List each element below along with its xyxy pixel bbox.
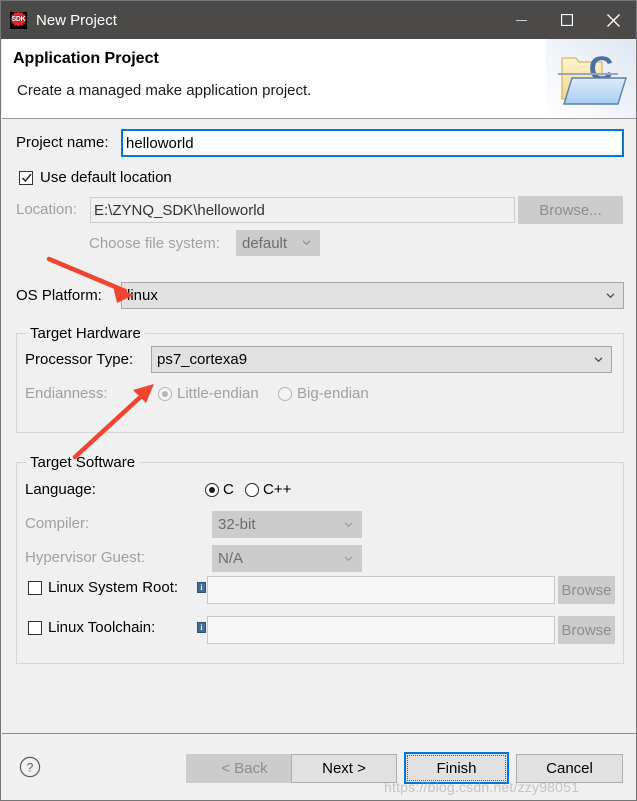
linux-toolchain-checkbox[interactable]: [28, 621, 42, 635]
page-title: Application Project: [13, 50, 159, 67]
focus-ring: [407, 755, 506, 781]
processor-type-value: ps7_cortexa9: [157, 351, 248, 368]
radio-big-endian-label: Big-endian: [297, 385, 369, 402]
radio-dot: [162, 391, 168, 397]
hypervisor-guest-combo: N/A: [212, 545, 362, 572]
info-icon-glyph: i: [200, 583, 203, 592]
next-button[interactable]: Next >: [291, 754, 397, 783]
location-input: E:\ZYNQ_SDK\helloworld: [90, 197, 515, 223]
target-hardware-title: Target Hardware: [26, 325, 145, 342]
info-icon: i: [197, 582, 206, 593]
compiler-label: Compiler:: [25, 515, 90, 532]
choose-file-system-label: Choose file system:: [89, 235, 220, 252]
page-subtitle: Create a managed make application projec…: [17, 82, 312, 99]
minimize-icon[interactable]: [498, 1, 544, 39]
radio-little-endian-label: Little-endian: [177, 385, 259, 402]
location-browse-label: Browse...: [539, 201, 602, 219]
use-default-location-checkbox[interactable]: [19, 171, 33, 185]
c-project-folder-icon: C: [546, 39, 636, 118]
location-label: Location:: [16, 201, 77, 218]
title-bar: SDK New Project: [1, 1, 636, 39]
chevron-down-icon: [594, 356, 603, 362]
chevron-down-icon: [302, 240, 311, 246]
chevron-down-icon: [344, 521, 353, 527]
info-icon-glyph: i: [200, 623, 203, 632]
check-icon: [21, 173, 32, 183]
linux-system-root-label[interactable]: Linux System Root:: [48, 579, 178, 596]
processor-type-combo[interactable]: ps7_cortexa9: [151, 346, 612, 373]
endianness-label: Endianness:: [25, 385, 108, 402]
radio-big-endian: [278, 387, 292, 401]
linux-toolchain-browse-label: Browse: [561, 621, 612, 639]
chevron-down-icon: [606, 292, 615, 298]
radio-language-c[interactable]: [205, 483, 219, 497]
project-name-value: helloworld: [126, 134, 194, 152]
linux-system-root-browse-button: Browse: [558, 576, 615, 604]
hypervisor-guest-value: N/A: [218, 550, 244, 567]
target-software-group: Target Software Language: C C++ Compiler…: [16, 454, 624, 664]
back-button-label: < Back: [221, 760, 268, 777]
radio-language-c-label[interactable]: C: [223, 481, 234, 498]
hypervisor-guest-label: Hypervisor Guest:: [25, 549, 146, 566]
os-platform-label: OS Platform:: [16, 287, 102, 304]
window-title: New Project: [36, 11, 117, 29]
target-hardware-group: Target Hardware Processor Type: ps7_cort…: [16, 325, 624, 433]
close-icon[interactable]: [590, 1, 636, 39]
linux-system-root-input[interactable]: [207, 576, 555, 604]
info-icon: i: [197, 622, 206, 633]
svg-text:?: ?: [27, 761, 34, 775]
linux-system-root-checkbox[interactable]: [28, 581, 42, 595]
processor-type-label: Processor Type:: [25, 351, 134, 368]
maximize-icon[interactable]: [544, 1, 590, 39]
target-software-title: Target Software: [26, 454, 140, 471]
radio-little-endian: [158, 387, 172, 401]
sdk-icon-label: SDK: [11, 15, 26, 23]
radio-dot: [209, 487, 215, 493]
compiler-value: 32-bit: [218, 516, 256, 533]
linux-toolchain-label[interactable]: Linux Toolchain:: [48, 619, 155, 636]
chevron-down-icon: [344, 555, 353, 561]
radio-language-cpp-label[interactable]: C++: [263, 481, 291, 498]
project-name-input[interactable]: helloworld: [121, 129, 624, 157]
dialog-body: Project name: helloworld Use default loc…: [2, 120, 636, 733]
choose-file-system-combo: default: [236, 230, 320, 256]
window-controls: [498, 1, 636, 39]
new-project-dialog: SDK New Project Application Project Crea…: [0, 0, 637, 801]
next-button-label: Next >: [322, 760, 366, 777]
location-browse-button: Browse...: [518, 196, 623, 224]
os-platform-combo[interactable]: linux: [121, 282, 624, 309]
help-icon[interactable]: ?: [19, 756, 41, 778]
banner: Application Project Create a managed mak…: [2, 39, 636, 119]
linux-system-root-browse-label: Browse: [561, 581, 612, 599]
linux-toolchain-input[interactable]: [207, 616, 555, 644]
watermark: https://blog.csdn.net/zzy98051: [384, 779, 580, 795]
use-default-location-label[interactable]: Use default location: [40, 169, 172, 186]
sdk-icon: SDK: [10, 11, 27, 29]
os-platform-value: linux: [127, 287, 158, 304]
choose-file-system-value: default: [242, 234, 288, 252]
back-button: < Back: [186, 754, 303, 783]
compiler-combo: 32-bit: [212, 511, 362, 538]
cancel-button-label: Cancel: [546, 760, 593, 777]
location-value: E:\ZYNQ_SDK\helloworld: [94, 201, 265, 219]
project-name-label: Project name:: [16, 134, 109, 151]
language-label: Language:: [25, 481, 96, 498]
linux-toolchain-browse-button: Browse: [558, 616, 615, 644]
radio-language-cpp[interactable]: [245, 483, 259, 497]
